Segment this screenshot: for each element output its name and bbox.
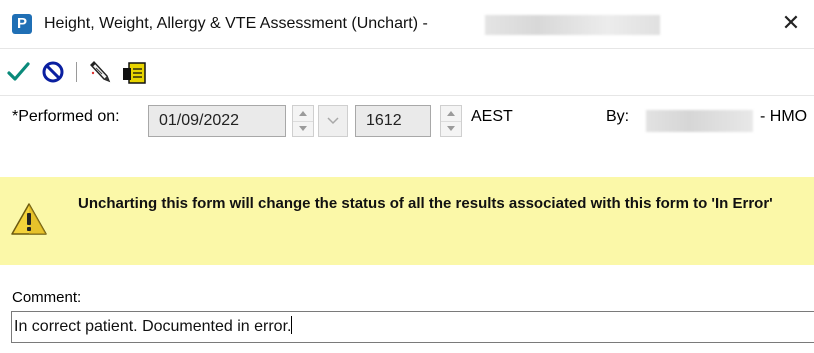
warning-message: Uncharting this form will change the sta…	[78, 195, 773, 212]
timezone-label: AEST	[471, 108, 513, 125]
form-browser-icon[interactable]	[121, 59, 147, 85]
time-spin-down-button[interactable]	[441, 121, 461, 136]
date-spin-down-button[interactable]	[293, 121, 313, 136]
date-dropdown-button[interactable]	[318, 105, 348, 137]
performed-date-field[interactable]: 01/09/2022	[148, 105, 286, 137]
window-title: Height, Weight, Allergy & VTE Assessment…	[44, 15, 428, 32]
performed-time-field[interactable]: 1612	[355, 105, 431, 137]
pencil-comment-icon[interactable]	[88, 59, 114, 85]
date-spin-up-button[interactable]	[293, 106, 313, 122]
redacted-patient-name	[485, 15, 660, 35]
comment-text: In correct patient. Documented in error.	[14, 318, 292, 335]
close-button[interactable]: ✕	[768, 0, 814, 46]
performer-role: - HMO	[760, 108, 808, 125]
text-caret	[291, 316, 293, 334]
warning-icon	[10, 201, 48, 237]
comment-label: Comment:	[12, 289, 82, 306]
toolbar	[0, 49, 814, 96]
unchart-warning-banner: Uncharting this form will change the sta…	[0, 177, 814, 265]
redacted-performer-name	[646, 110, 753, 132]
date-spinner[interactable]	[292, 105, 314, 137]
sign-check-icon[interactable]	[6, 59, 32, 85]
title-bar: P Height, Weight, Allergy & VTE Assessme…	[0, 0, 814, 49]
by-label: By:	[606, 108, 630, 125]
performed-on-label: *Performed on:	[12, 108, 120, 125]
powerchart-app-icon: P	[12, 14, 32, 34]
time-spinner[interactable]	[440, 105, 462, 137]
cancel-circle-icon[interactable]	[40, 59, 66, 85]
comment-input[interactable]: In correct patient. Documented in error.	[11, 311, 814, 343]
toolbar-separator	[76, 62, 77, 82]
chevron-down-icon	[327, 117, 339, 125]
time-spin-up-button[interactable]	[441, 106, 461, 122]
